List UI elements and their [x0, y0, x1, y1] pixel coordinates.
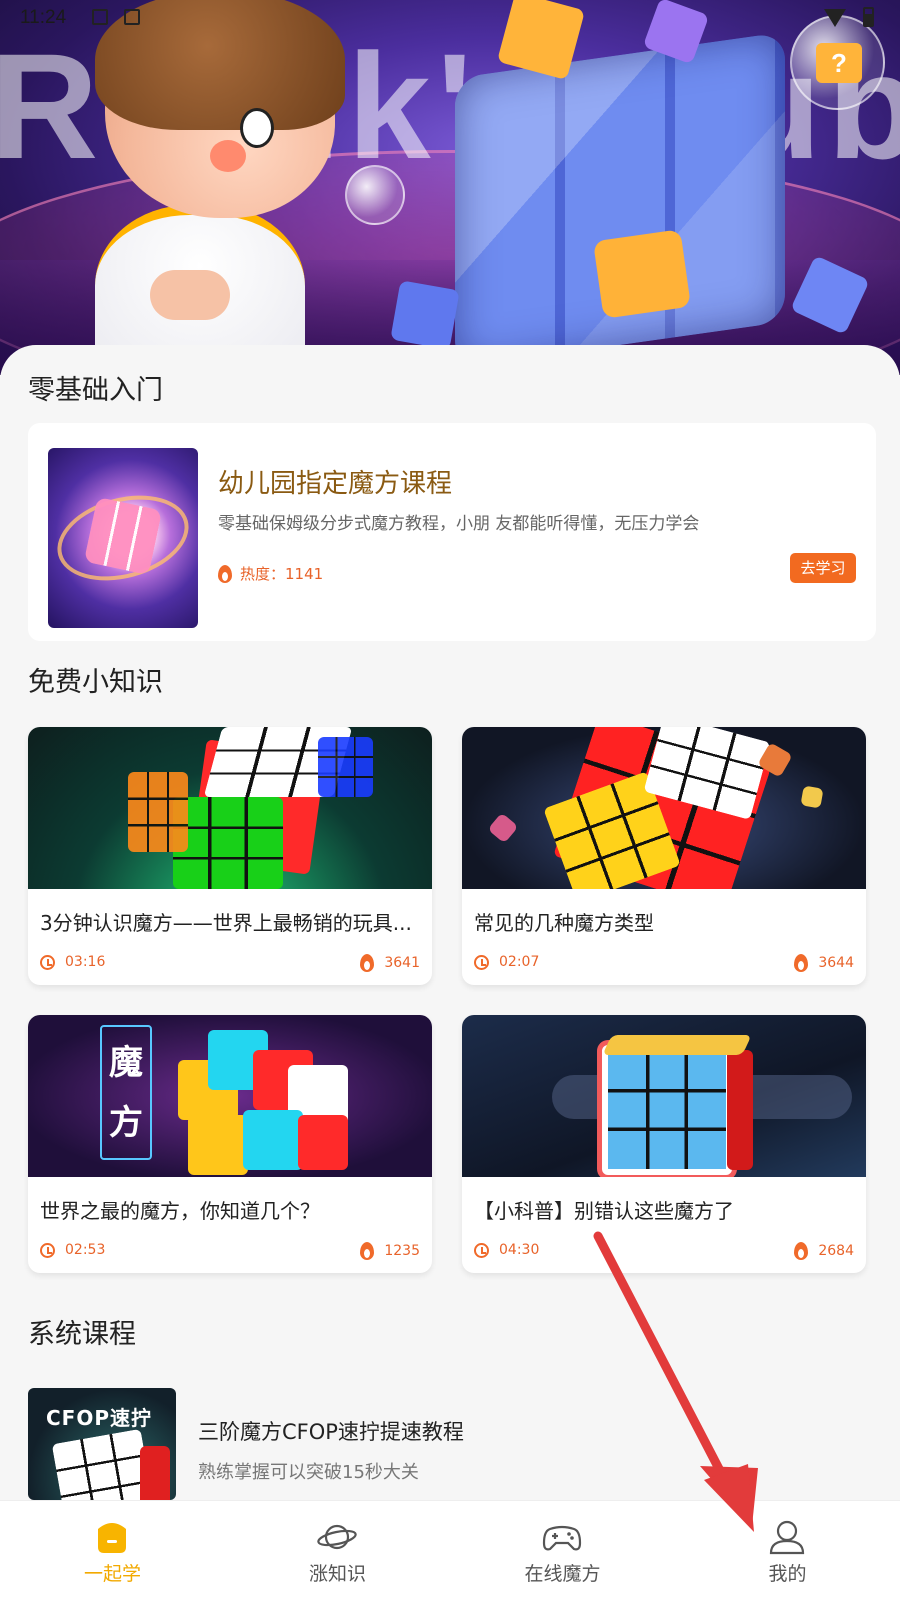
views-text: 1235 — [384, 1243, 420, 1259]
course-thumb-label: CFOP速拧 — [46, 1406, 152, 1430]
clock-icon — [40, 954, 55, 970]
battery-icon — [863, 7, 874, 27]
status-bar: 11:24 — [0, 0, 900, 36]
cube-illustration — [51, 1428, 155, 1500]
flame-icon — [360, 954, 375, 972]
heat-text: 热度：1141 — [240, 565, 324, 583]
tab-label: 我的 — [768, 1563, 807, 1585]
video-card[interactable]: 常见的几种魔方类型 02:07 3644 — [462, 727, 866, 985]
small-cube — [800, 785, 824, 809]
cube-orange-face — [128, 772, 188, 852]
clock-icon — [474, 954, 489, 970]
cube-side — [140, 1446, 170, 1500]
video-card[interactable]: 魔 方 世界之最的魔方，你知道几个？ 02:53 1235 — [28, 1015, 432, 1273]
system-course-item[interactable]: CFOP速拧 三阶魔方CFOP速拧提速教程 熟练掌握可以突破15秒大关 — [28, 1388, 876, 1500]
cube-block — [188, 1115, 248, 1175]
video-thumbnail — [28, 727, 432, 889]
system-course-title: 三阶魔方CFOP速拧提速教程 — [198, 1420, 464, 1444]
video-title: 【小科普】别错认这些魔方了 — [474, 1199, 734, 1223]
cube-illustration — [602, 1045, 732, 1175]
image-notification-icon — [92, 9, 108, 25]
video-thumbnail — [462, 727, 866, 889]
cube-arrow-tile — [593, 229, 691, 319]
video-duration: 02:53 — [40, 1242, 105, 1258]
cube-block — [298, 1115, 348, 1170]
video-views: 2684 — [794, 1242, 854, 1260]
flame-icon — [794, 954, 809, 972]
badge-char: 方 — [109, 1103, 143, 1143]
video-thumbnail: 魔 方 — [28, 1015, 432, 1177]
flame-icon — [218, 564, 232, 583]
video-title: 常见的几种魔方类型 — [474, 911, 654, 935]
video-title: 3分钟认识魔方——世界上最畅销的玩具... — [40, 911, 412, 935]
video-duration: 04:30 — [474, 1242, 539, 1258]
featured-course-card[interactable]: 幼儿园指定魔方课程 零基础保姆级分步式魔方教程，小朋 友都能听得懂，无压力学会 … — [28, 423, 876, 641]
flame-icon — [360, 1242, 375, 1260]
video-card[interactable]: 3分钟认识魔方——世界上最畅销的玩具... 03:16 3641 — [28, 727, 432, 985]
hero-banner[interactable]: Rubik's Cube ? — [0, 0, 900, 375]
system-course-description: 熟练掌握可以突破15秒大关 — [198, 1462, 419, 1483]
floating-bubble — [345, 165, 405, 225]
featured-course-thumbnail — [48, 448, 198, 628]
question-badge: ? — [816, 43, 862, 83]
clock-icon — [474, 1242, 489, 1258]
app-notification-icon — [124, 9, 140, 25]
bottom-tab-bar: 一起学 涨知识 在线魔方 我的 — [0, 1500, 900, 1600]
featured-course-title: 幼儿园指定魔方课程 — [218, 469, 453, 499]
cube-top — [602, 1035, 752, 1055]
study-icon — [98, 1523, 126, 1553]
badge-char: 魔 — [109, 1043, 143, 1083]
views-text: 3641 — [384, 955, 420, 971]
cube-blue-face — [318, 737, 373, 797]
wifi-icon — [824, 9, 846, 27]
section-title-beginner: 零基础入门 — [28, 375, 163, 406]
video-views: 1235 — [360, 1242, 420, 1260]
views-text: 2684 — [818, 1243, 854, 1259]
system-course-thumbnail: CFOP速拧 — [28, 1388, 176, 1500]
duration-text: 02:07 — [499, 954, 540, 970]
video-duration: 03:16 — [40, 954, 105, 970]
duration-text: 02:53 — [65, 1242, 106, 1258]
big-cube-illustration — [455, 31, 785, 369]
cube-badge: 魔 方 — [100, 1025, 152, 1160]
floating-cube — [390, 280, 460, 350]
video-thumbnail — [462, 1015, 866, 1177]
tab-study[interactable]: 一起学 — [0, 1501, 225, 1600]
featured-course-description: 零基础保姆级分步式魔方教程，小朋 友都能听得懂，无压力学会 — [218, 514, 700, 534]
pink-cube — [83, 496, 163, 576]
gamepad-icon — [542, 1525, 582, 1551]
small-cube — [487, 812, 519, 844]
cube-side — [727, 1050, 753, 1170]
video-duration: 02:07 — [474, 954, 539, 970]
status-time: 11:24 — [20, 7, 67, 28]
cube-green-face — [173, 797, 283, 889]
duration-text: 03:16 — [65, 954, 106, 970]
go-study-button[interactable]: 去学习 — [790, 553, 856, 583]
section-title-system: 系统课程 — [28, 1319, 136, 1350]
duration-text: 04:30 — [499, 1242, 540, 1258]
tab-label: 在线魔方 — [524, 1563, 601, 1585]
tab-online-cube[interactable]: 在线魔方 — [450, 1501, 675, 1600]
cartoon-boy-eye — [240, 108, 274, 148]
tab-label: 涨知识 — [308, 1563, 366, 1585]
cartoon-boy-cheek — [210, 140, 246, 172]
tab-mine[interactable]: 我的 — [675, 1501, 900, 1600]
video-card[interactable]: 【小科普】别错认这些魔方了 04:30 2684 — [462, 1015, 866, 1273]
tab-knowledge[interactable]: 涨知识 — [225, 1501, 450, 1600]
section-title-free-tips: 免费小知识 — [28, 667, 163, 698]
video-views: 3641 — [360, 954, 420, 972]
video-views: 3644 — [794, 954, 854, 972]
video-title: 世界之最的魔方，你知道几个？ — [40, 1199, 320, 1223]
featured-course-heat: 热度：1141 — [218, 563, 323, 584]
planet-icon — [317, 1524, 357, 1550]
flame-icon — [794, 1242, 809, 1260]
user-icon — [769, 1520, 805, 1555]
cartoon-boy-arm — [150, 270, 230, 320]
tab-label: 一起学 — [83, 1563, 141, 1585]
cube-block — [243, 1110, 303, 1170]
views-text: 3644 — [818, 955, 854, 971]
clock-icon — [40, 1242, 55, 1258]
